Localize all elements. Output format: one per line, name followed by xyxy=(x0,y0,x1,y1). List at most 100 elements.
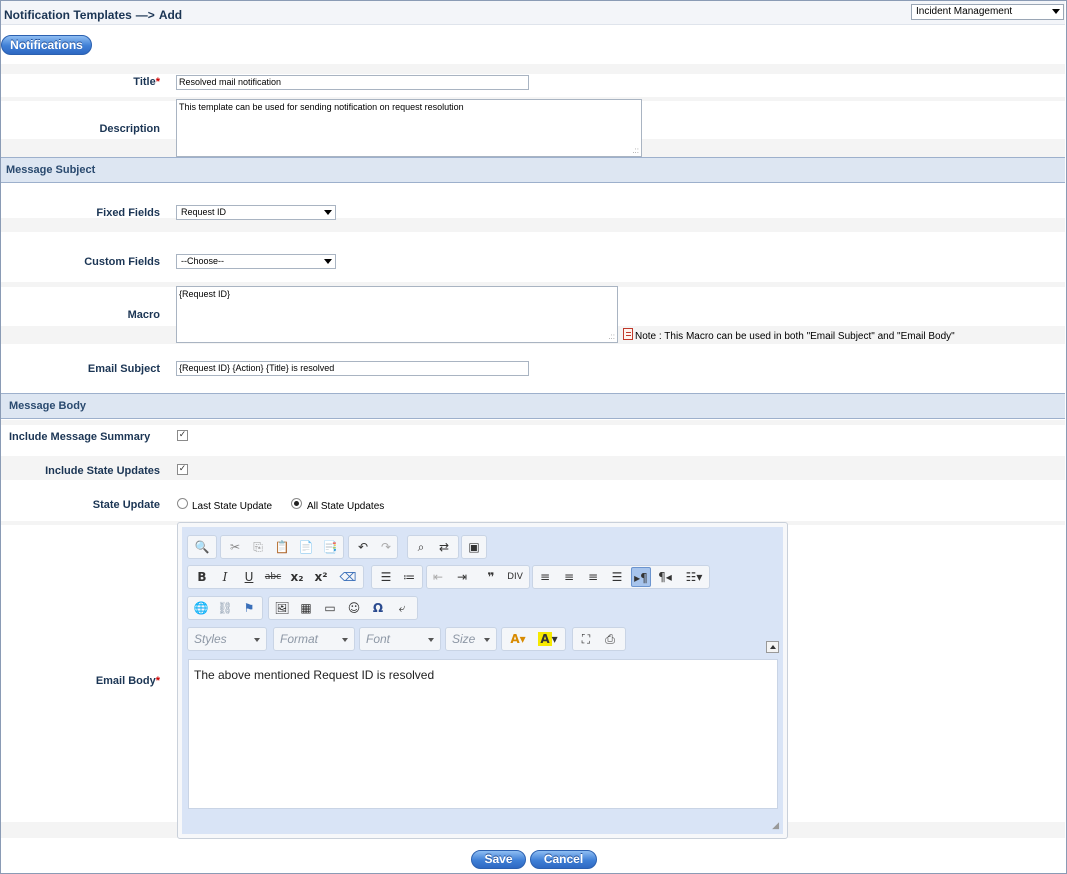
justify-icon[interactable]: ☰ xyxy=(607,567,627,587)
table-icon[interactable]: ▦ xyxy=(296,598,316,618)
underline-icon[interactable]: U xyxy=(239,567,259,587)
undo-icon[interactable]: ↶ xyxy=(353,537,373,557)
copy-icon[interactable]: ⎘ xyxy=(248,537,268,557)
ltr-direction-icon[interactable]: ▸¶ xyxy=(631,567,651,587)
resize-grip-icon: .:: xyxy=(608,332,615,341)
horizontal-line-icon[interactable]: ▭ xyxy=(320,598,340,618)
email-body-editor[interactable]: The above mentioned Request ID is resolv… xyxy=(188,659,778,809)
font-combo-text: Font xyxy=(366,632,391,646)
include-summary-checkbox[interactable]: ✓ xyxy=(177,430,188,441)
styles-combo[interactable]: Styles xyxy=(187,627,267,651)
chevron-down-icon xyxy=(342,638,348,642)
custom-fields-label: Custom Fields xyxy=(84,256,160,268)
macro-textarea[interactable]: {Request ID} .:: xyxy=(176,286,618,343)
select-all-icon[interactable]: ▣ xyxy=(464,537,484,557)
chevron-down-icon xyxy=(1052,9,1060,14)
subscript-icon[interactable]: x₂ xyxy=(287,567,307,587)
title-label-text: Title xyxy=(133,76,156,88)
align-right-icon[interactable]: ≡ xyxy=(583,567,603,587)
link-icon[interactable]: 🌐 xyxy=(191,598,211,618)
toolbar-group-tools: ⛶ ⎙ xyxy=(572,627,626,651)
macro-text: {Request ID} xyxy=(179,289,231,299)
background-color-icon[interactable]: A ▾ xyxy=(534,629,562,649)
preview-icon[interactable]: 🔍 xyxy=(192,537,212,557)
required-marker: * xyxy=(155,675,160,687)
replace-icon[interactable]: ⇄ xyxy=(434,537,454,557)
description-label: Description xyxy=(99,123,160,135)
paste-text-icon[interactable]: 📄 xyxy=(296,537,316,557)
align-center-icon[interactable]: ≡ xyxy=(559,567,579,587)
paste-icon[interactable]: 📋 xyxy=(272,537,292,557)
toolbar-group-preview: 🔍 xyxy=(187,535,217,559)
div-container-icon[interactable]: DIV xyxy=(505,567,525,587)
cancel-button[interactable]: Cancel xyxy=(530,850,597,869)
rich-text-editor: 🔍 ✂ ⎘ 📋 📄 📑 ↶ ↷ ⌕ ⇄ ▣ B I U abc x₂ x² ⌫ … xyxy=(177,522,788,839)
row-band xyxy=(1,218,1065,232)
breadcrumb-arrow: —> xyxy=(135,8,155,22)
anchor-flag-icon[interactable]: ⚑ xyxy=(239,598,259,618)
unlink-icon[interactable]: ⛓ xyxy=(215,598,235,618)
title-input[interactable]: Resolved mail notification xyxy=(176,75,529,90)
paste-word-icon[interactable]: 📑 xyxy=(320,537,340,557)
custom-fields-select[interactable]: --Choose-- xyxy=(176,254,336,269)
email-subject-input[interactable]: {Request ID} {Action} {Title} is resolve… xyxy=(176,361,529,376)
section-title: Message Body xyxy=(9,400,87,412)
save-button[interactable]: Save xyxy=(471,850,526,869)
toolbar-group-find: ⌕ ⇄ xyxy=(407,535,459,559)
page-break-icon[interactable]: ⤶ xyxy=(392,598,412,618)
bulleted-list-icon[interactable]: ≔ xyxy=(399,567,419,587)
chevron-down-icon xyxy=(428,638,434,642)
toolbar-group-indent: ⇤ ⇥ ❞ DIV xyxy=(426,565,530,589)
smiley-icon[interactable]: ☺ xyxy=(344,598,364,618)
size-combo[interactable]: Size xyxy=(445,627,497,651)
resize-grip-icon[interactable]: ◢ xyxy=(772,821,779,831)
rtl-direction-icon[interactable]: ¶◂ xyxy=(655,567,675,587)
blockquote-icon[interactable]: ❞ xyxy=(481,567,501,587)
styles-combo-text: Styles xyxy=(194,632,227,646)
bold-icon[interactable]: B xyxy=(192,567,212,587)
description-text: This template can be used for sending no… xyxy=(179,102,464,112)
chevron-down-icon xyxy=(324,210,332,215)
all-state-updates-radio[interactable] xyxy=(291,498,302,509)
cut-icon[interactable]: ✂ xyxy=(225,537,245,557)
font-combo[interactable]: Font xyxy=(359,627,441,651)
include-state-updates-checkbox[interactable]: ✓ xyxy=(177,464,188,475)
find-icon[interactable]: ⌕ xyxy=(411,537,431,557)
module-select[interactable]: Incident Management xyxy=(911,4,1064,20)
toolbar-group-links: 🌐 ⛓ ⚑ xyxy=(187,596,263,620)
size-combo-text: Size xyxy=(452,632,476,646)
chevron-down-icon xyxy=(254,638,260,642)
language-dropdown-icon[interactable]: ☷▾ xyxy=(681,567,707,587)
module-select-value: Incident Management xyxy=(916,6,1013,17)
collapse-toolbar-icon[interactable] xyxy=(766,641,779,653)
text-color-icon[interactable]: A▾ xyxy=(504,629,532,649)
format-combo[interactable]: Format xyxy=(273,627,355,651)
notifications-tab-button[interactable]: Notifications xyxy=(1,35,92,55)
outdent-icon[interactable]: ⇤ xyxy=(428,567,448,587)
redo-icon[interactable]: ↷ xyxy=(376,537,396,557)
show-blocks-icon[interactable]: ⎙ xyxy=(600,629,620,649)
title-label: Title* xyxy=(133,76,160,88)
align-left-icon[interactable]: ≡ xyxy=(535,567,555,587)
fixed-fields-select[interactable]: Request ID xyxy=(176,205,336,220)
macro-label: Macro xyxy=(127,309,160,321)
fixed-fields-value: Request ID xyxy=(181,207,227,217)
editor-toolbar-area: 🔍 ✂ ⎘ 📋 📄 📑 ↶ ↷ ⌕ ⇄ ▣ B I U abc x₂ x² ⌫ … xyxy=(182,527,783,834)
image-icon[interactable]: 🖼 xyxy=(272,598,292,618)
superscript-icon[interactable]: x² xyxy=(311,567,331,587)
indent-icon[interactable]: ⇥ xyxy=(452,567,472,587)
remove-format-icon[interactable]: ⌫ xyxy=(338,567,358,587)
maximize-icon[interactable]: ⛶ xyxy=(576,629,596,649)
header-bar: Notification Templates —> Add Incident Man… xyxy=(1,1,1065,25)
chevron-down-icon xyxy=(484,638,490,642)
italic-icon[interactable]: I xyxy=(215,567,235,587)
strikethrough-icon[interactable]: abc xyxy=(263,567,283,587)
toolbar-group-clipboard: ✂ ⎘ 📋 📄 📑 xyxy=(220,535,344,559)
description-textarea[interactable]: This template can be used for sending no… xyxy=(176,99,642,157)
include-summary-label: Include Message Summary xyxy=(9,431,151,443)
state-update-label: State Update xyxy=(92,499,160,511)
toolbar-group-basic-styles: B I U abc x₂ x² ⌫ xyxy=(187,565,364,589)
special-char-icon[interactable]: Ω xyxy=(368,598,388,618)
numbered-list-icon[interactable]: ☰ xyxy=(376,567,396,587)
last-state-update-radio[interactable] xyxy=(177,498,188,509)
